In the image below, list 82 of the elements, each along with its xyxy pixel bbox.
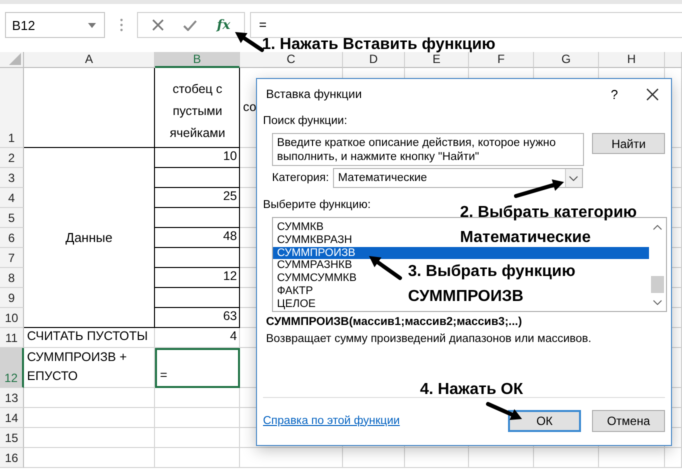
row-header[interactable]: 14 bbox=[0, 408, 24, 428]
table-cell: 25 bbox=[155, 188, 240, 208]
table-cell: 63 bbox=[155, 308, 240, 328]
row-header[interactable]: 12 bbox=[0, 348, 24, 388]
dialog-button[interactable]: Отмена bbox=[592, 410, 665, 432]
row-header[interactable]: 16 bbox=[0, 448, 24, 468]
formula-field[interactable]: = bbox=[250, 12, 682, 38]
column-header[interactable]: F bbox=[469, 52, 534, 68]
table-cell: Данные bbox=[24, 148, 155, 328]
table-cell: СЧИТАТЬ ПУСТОТЫ bbox=[24, 328, 155, 348]
annotation-text: Математические bbox=[460, 229, 591, 247]
cancel-icon[interactable] bbox=[152, 19, 164, 31]
row-header[interactable]: 8 bbox=[0, 268, 24, 288]
function-item[interactable]: СУММРАЗНКВ bbox=[273, 259, 356, 272]
function-item[interactable]: ФАКТР bbox=[273, 284, 317, 298]
column-header[interactable]: C bbox=[240, 52, 343, 68]
column-header[interactable]: D bbox=[343, 52, 405, 68]
annotation-text: 4. Нажать ОК bbox=[420, 381, 524, 399]
annotation-text: СУММПРОИЗВ bbox=[408, 288, 524, 306]
table-cell: = bbox=[155, 348, 240, 388]
annotation-arrow bbox=[369, 256, 402, 280]
category-label: Категория: bbox=[272, 172, 329, 184]
function-list-label: Выберите функцию: bbox=[263, 199, 372, 211]
column-header[interactable]: E bbox=[405, 52, 469, 68]
annotation-text: 3. Выбрать функцию bbox=[408, 263, 576, 281]
chevron-down-icon[interactable] bbox=[653, 300, 662, 305]
table-cell bbox=[405, 448, 469, 468]
category-dropdown[interactable]: Математические bbox=[332, 168, 583, 188]
annotation-arrow bbox=[235, 32, 264, 52]
select-all-button[interactable] bbox=[0, 52, 24, 68]
function-item[interactable]: ЦЕЛОЕ bbox=[273, 298, 320, 311]
column-header[interactable]: H bbox=[599, 52, 665, 68]
dialog-button[interactable]: ОК bbox=[508, 410, 581, 432]
row-header[interactable]: 2 bbox=[0, 148, 24, 168]
dropdown-button[interactable] bbox=[564, 169, 582, 187]
table-cell: 48 bbox=[155, 228, 240, 248]
annotation-text: 1. Нажать Вставить функцию bbox=[262, 36, 496, 54]
table-cell bbox=[343, 448, 405, 468]
column-header[interactable]: A bbox=[24, 52, 155, 68]
table-cell: СУММПРОИЗВ + ЕПУСТО bbox=[24, 348, 155, 388]
column-header[interactable]: G bbox=[534, 52, 599, 68]
table-cell bbox=[665, 448, 682, 468]
function-description: Возвращает сумму произведений диапазонов или массивов. bbox=[266, 333, 592, 345]
function-item[interactable]: СУММПРОИЗВ bbox=[273, 246, 649, 260]
row-header[interactable]: 13 bbox=[0, 388, 24, 408]
check-icon[interactable] bbox=[183, 20, 198, 30]
annotation-arrow bbox=[514, 179, 564, 198]
row-header[interactable]: 10 bbox=[0, 308, 24, 328]
function-item[interactable]: СУММСУММКВ bbox=[273, 272, 361, 285]
function-item[interactable]: СУММКВ bbox=[273, 221, 328, 234]
chevron-down-icon bbox=[569, 176, 578, 180]
row-header[interactable]: 5 bbox=[0, 208, 24, 228]
table-cell bbox=[469, 448, 534, 468]
drag-handle-icon[interactable] bbox=[120, 18, 123, 32]
table-cell bbox=[599, 448, 665, 468]
annotation-arrow bbox=[486, 402, 522, 420]
help-link[interactable]: Справка по этой функции bbox=[263, 414, 400, 426]
row-header[interactable]: 1 bbox=[0, 68, 24, 148]
row-header[interactable]: 9 bbox=[0, 288, 24, 308]
table-cell: стобец с пустыми ячейками bbox=[155, 68, 240, 148]
table-cell: 10 bbox=[155, 148, 240, 168]
column-header[interactable]: B bbox=[155, 52, 240, 68]
row-header[interactable]: 11 bbox=[0, 328, 24, 348]
row-header[interactable]: 3 bbox=[0, 168, 24, 188]
caret-icon bbox=[88, 22, 96, 28]
close-icon[interactable] bbox=[646, 88, 659, 100]
help-button[interactable]: ? bbox=[610, 86, 618, 102]
row-header[interactable]: 6 bbox=[0, 228, 24, 248]
scroll-thumb[interactable] bbox=[651, 276, 664, 292]
function-signature: СУММПРОИЗВ(массив1;массив2;массив3;...) bbox=[266, 316, 523, 328]
name-box[interactable]: B12 bbox=[5, 12, 105, 38]
table-cell bbox=[534, 448, 599, 468]
table-cell: 12 bbox=[155, 268, 240, 288]
table-cell: 4 bbox=[155, 328, 240, 348]
insert-function-button[interactable]: fx bbox=[216, 18, 230, 32]
function-item[interactable]: СУММКВРАЗН bbox=[273, 234, 356, 247]
row-header[interactable]: 15 bbox=[0, 428, 24, 448]
row-header[interactable]: 4 bbox=[0, 188, 24, 208]
row-header[interactable]: 7 bbox=[0, 248, 24, 268]
chevron-up-icon[interactable] bbox=[653, 225, 662, 230]
search-field[interactable]: Введите краткое описание действия, которое нужно выполнить, и нажмите кнопку "Найти" bbox=[272, 133, 584, 166]
find-button[interactable]: Найти bbox=[592, 133, 665, 154]
